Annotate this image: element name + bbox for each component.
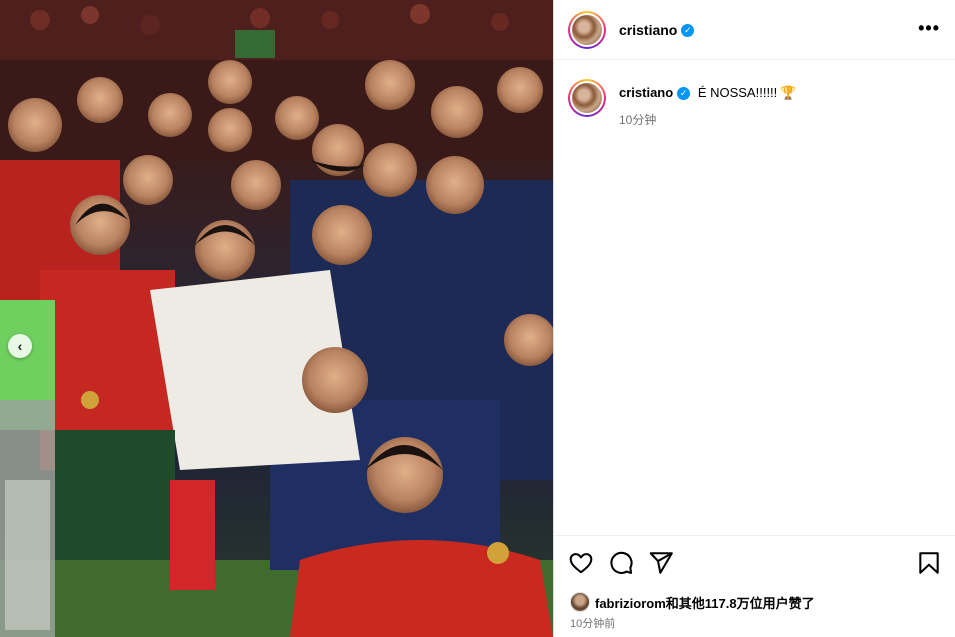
- likes-text: fabriziorom和其他117.8万位用户赞了: [595, 595, 815, 611]
- verified-badge-icon: ✓: [681, 24, 695, 38]
- post-caption: cristiano ✓ É NOSSA!!!!!! 🏆 10分钟: [568, 79, 948, 128]
- comment-icon[interactable]: [608, 550, 634, 576]
- post-header: cristiano ✓ •••: [554, 0, 955, 60]
- more-horizontal-icon[interactable]: •••: [918, 18, 940, 38]
- caption-username[interactable]: cristiano: [619, 85, 673, 100]
- caption-text: É NOSSA!!!!!!: [697, 85, 778, 100]
- team-celebration-photo: [0, 0, 553, 637]
- trophy-icon: 🏆: [780, 85, 797, 100]
- bookmark-icon[interactable]: [916, 550, 942, 576]
- paper-plane-icon[interactable]: [648, 550, 674, 576]
- likes-summary[interactable]: fabriziorom和其他117.8万位用户赞了: [570, 592, 815, 612]
- instagram-post: ‹ cristiano ✓ ••• cristiano ✓ É NOSSA!!!!!…: [0, 0, 955, 637]
- carousel-prev-button[interactable]: ‹: [8, 334, 32, 358]
- liker-avatar[interactable]: [570, 592, 590, 612]
- post-timestamp[interactable]: 10分钟前: [570, 615, 615, 631]
- heart-icon[interactable]: [568, 550, 594, 576]
- post-photo[interactable]: ‹: [0, 0, 553, 637]
- post-actions: fabriziorom和其他117.8万位用户赞了 10分钟前: [554, 535, 955, 637]
- post-side-panel: cristiano ✓ ••• cristiano ✓ É NOSSA!!!!!! 🏆…: [553, 0, 955, 637]
- author-avatar[interactable]: [568, 10, 606, 49]
- caption-timestamp[interactable]: 10分钟: [619, 111, 796, 128]
- verified-badge-icon: ✓: [677, 87, 691, 101]
- author-username[interactable]: cristiano ✓: [619, 22, 695, 38]
- caption-avatar[interactable]: [568, 79, 606, 117]
